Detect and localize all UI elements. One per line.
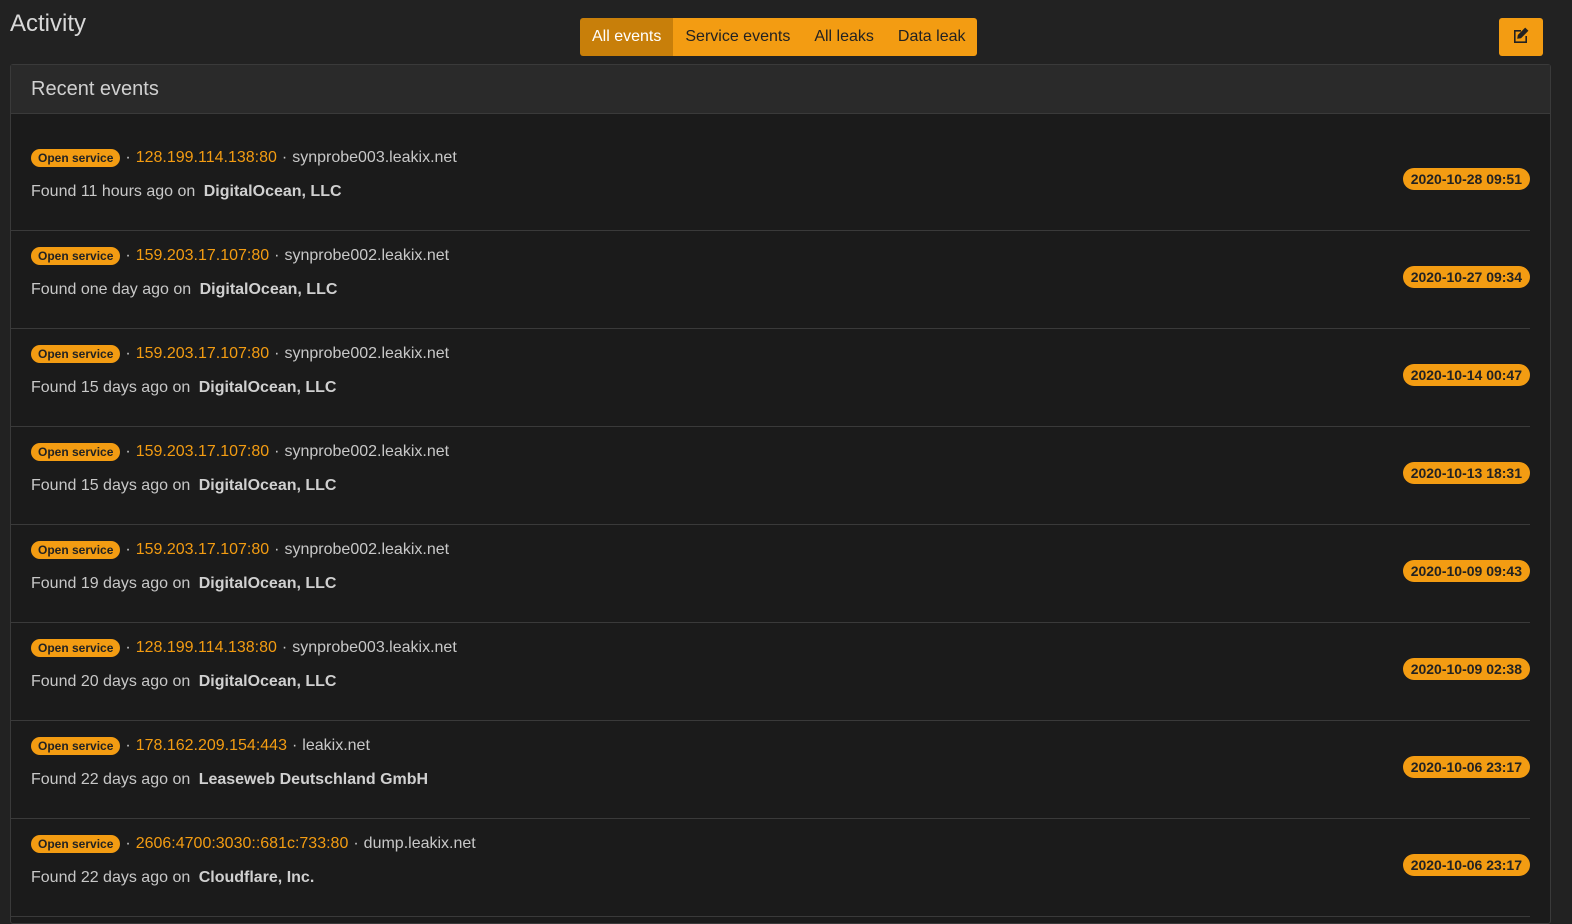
event-found-text: Found 22 days ago on — [31, 869, 191, 886]
event-found-text: Found 11 hours ago on — [31, 183, 196, 200]
event-org: Leaseweb Deutschland GmbH — [198, 771, 429, 788]
event-date-badge: 2020-10-09 09:43 — [1402, 560, 1530, 582]
event-host: synprobe002.leakix.net — [284, 443, 450, 460]
event-found-text: Found 15 days ago on — [31, 379, 191, 396]
separator: · — [291, 737, 298, 754]
event-org: Cloudflare, Inc. — [198, 869, 315, 886]
page-title: Activity — [10, 10, 87, 37]
event-ip-link[interactable]: 128.199.114.138:80 — [136, 149, 277, 167]
event-host: synprobe003.leakix.net — [292, 149, 457, 166]
tab-data-leak[interactable]: Data leak — [885, 18, 978, 56]
event-found-line: Found one day ago on DigitalOcean, LLC — [31, 281, 337, 299]
separator: · — [125, 639, 131, 656]
event-item: Open service · 128.199.114.138:80 · synp… — [11, 133, 1530, 231]
edit-icon — [1512, 26, 1530, 49]
tab-all-events[interactable]: All events — [580, 18, 674, 56]
event-ip-link[interactable]: 2606:4700:3030::681c:733:80 — [136, 835, 349, 853]
edit-button[interactable] — [1499, 18, 1543, 56]
event-host: dump.leakix.net — [363, 835, 476, 852]
event-type-badge: Open service — [31, 345, 121, 363]
event-ip-link[interactable]: 128.199.114.138:80 — [136, 639, 277, 657]
event-host: synprobe002.leakix.net — [284, 247, 450, 264]
event-found-text: Found 15 days ago on — [31, 477, 191, 494]
separator: · — [281, 149, 288, 166]
event-type-badge: Open service — [31, 149, 121, 167]
event-filter-tabs: All events Service events All leaks Data… — [580, 18, 978, 56]
event-host: synprobe002.leakix.net — [284, 345, 450, 362]
event-org: DigitalOcean, LLC — [198, 673, 337, 690]
separator: · — [125, 149, 131, 166]
event-found-text: Found one day ago on — [31, 281, 192, 298]
recent-events-panel: Recent events Open service · 128.199.114… — [10, 64, 1551, 924]
separator: · — [274, 541, 280, 558]
event-ip-link[interactable]: 159.203.17.107:80 — [136, 247, 269, 265]
event-ip-link[interactable]: 178.162.209.154:443 — [136, 737, 287, 755]
event-org: DigitalOcean, LLC — [198, 477, 337, 494]
event-item: Open service · 159.203.17.107:80 · synpr… — [11, 427, 1530, 525]
event-found-line: Found 19 days ago on DigitalOcean, LLC — [31, 575, 336, 593]
event-type-badge: Open service — [31, 443, 121, 461]
event-found-line: Found 15 days ago on DigitalOcean, LLC — [31, 477, 336, 495]
event-type-badge: Open service — [31, 835, 121, 853]
event-date-badge: 2020-10-28 09:51 — [1402, 168, 1530, 190]
event-date-badge: 2020-10-14 00:47 — [1402, 364, 1530, 386]
tab-all-leaks[interactable]: All leaks — [802, 18, 886, 56]
separator: · — [125, 443, 131, 460]
separator: · — [125, 345, 131, 362]
event-item: Open service · 2606:4700:3030::681c:733:… — [11, 819, 1530, 917]
separator: · — [281, 639, 288, 656]
event-found-line: Found 20 days ago on DigitalOcean, LLC — [31, 673, 336, 691]
separator: · — [125, 541, 131, 558]
event-item: Open service · 159.203.17.107:80 · synpr… — [11, 525, 1530, 623]
separator: · — [125, 737, 131, 754]
event-host: leakix.net — [302, 737, 370, 754]
event-found-line: Found 15 days ago on DigitalOcean, LLC — [31, 379, 336, 397]
event-date-badge: 2020-10-06 23:17 — [1402, 756, 1530, 778]
panel-title: Recent events — [11, 65, 1550, 114]
event-ip-link[interactable]: 159.203.17.107:80 — [136, 345, 269, 363]
event-type-badge: Open service — [31, 737, 121, 755]
separator: · — [125, 247, 131, 264]
separator: · — [274, 443, 280, 460]
event-date-badge: 2020-10-09 02:38 — [1402, 658, 1530, 680]
event-org: DigitalOcean, LLC — [198, 575, 337, 592]
event-item: Open service · 178.162.209.154:443 · lea… — [11, 721, 1530, 819]
event-item: Open service · 159.203.17.107:80 · synpr… — [11, 231, 1530, 329]
event-org: DigitalOcean, LLC — [203, 183, 342, 200]
tab-service-events[interactable]: Service events — [673, 18, 803, 56]
event-ip-link[interactable]: 159.203.17.107:80 — [136, 541, 269, 559]
event-found-text: Found 19 days ago on — [31, 575, 191, 592]
event-type-badge: Open service — [31, 541, 121, 559]
event-item: Open service · 128.199.114.138:80 · synp… — [11, 623, 1530, 721]
event-ip-link[interactable]: 159.203.17.107:80 — [136, 443, 269, 461]
separator: · — [125, 835, 131, 852]
event-org: DigitalOcean, LLC — [199, 281, 338, 298]
separator: · — [353, 835, 359, 852]
event-type-badge: Open service — [31, 247, 121, 265]
event-date-badge: 2020-10-06 23:17 — [1402, 854, 1530, 876]
separator: · — [274, 247, 280, 264]
event-found-line: Found 11 hours ago on DigitalOcean, LLC — [31, 183, 342, 201]
event-org: DigitalOcean, LLC — [198, 379, 337, 396]
event-type-badge: Open service — [31, 639, 121, 657]
events-list: Open service · 128.199.114.138:80 · synp… — [11, 114, 1550, 917]
event-item: Open service · 159.203.17.107:80 · synpr… — [11, 329, 1530, 427]
event-host: synprobe003.leakix.net — [292, 639, 457, 656]
event-found-line: Found 22 days ago on Leaseweb Deutschlan… — [31, 771, 428, 789]
event-date-badge: 2020-10-13 18:31 — [1402, 462, 1530, 484]
event-found-text: Found 22 days ago on — [31, 771, 191, 788]
event-host: synprobe002.leakix.net — [284, 541, 450, 558]
separator: · — [274, 345, 280, 362]
event-found-text: Found 20 days ago on — [31, 673, 191, 690]
event-found-line: Found 22 days ago on Cloudflare, Inc. — [31, 869, 314, 887]
event-date-badge: 2020-10-27 09:34 — [1402, 266, 1530, 288]
